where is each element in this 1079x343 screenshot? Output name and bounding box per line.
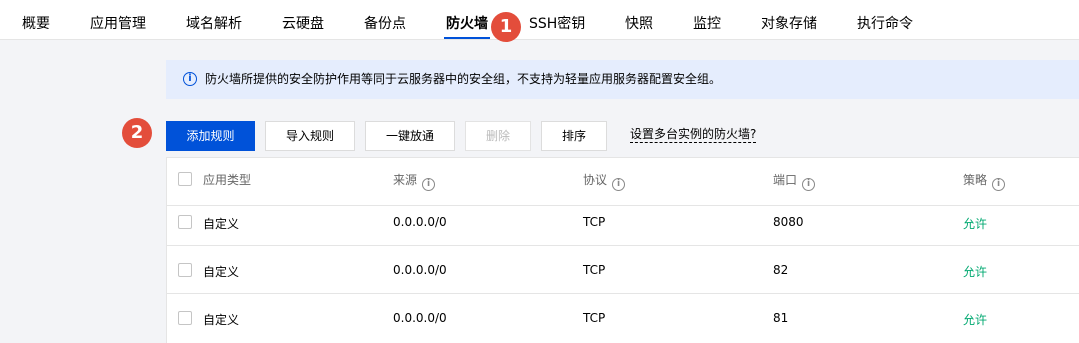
cell-port: 8080: [773, 215, 804, 229]
cell-app-type: 自定义: [203, 265, 240, 279]
tab-run-command[interactable]: 执行命令: [857, 0, 913, 39]
cell-policy: 允许: [963, 217, 988, 231]
step-badge-2: 2: [122, 118, 152, 148]
notice-text: 防火墙所提供的安全防护作用等同于云服务器中的安全组，不支持为轻量应用服务器配置安…: [205, 72, 722, 86]
table-row: 自定义 0.0.0.0/0 TCP 82 允许: [167, 246, 1079, 294]
step-badge-1: 1: [491, 12, 521, 42]
select-all-checkbox[interactable]: [178, 172, 192, 186]
delete-button[interactable]: 删除: [465, 121, 531, 151]
help-icon[interactable]: i: [802, 178, 816, 191]
help-icon[interactable]: i: [992, 178, 1006, 191]
cell-source: 0.0.0.0/0: [393, 215, 447, 229]
tab-overview[interactable]: 概要: [22, 0, 50, 39]
row-checkbox[interactable]: [178, 263, 192, 277]
header-source: 来源 i: [393, 171, 436, 191]
cell-source: 0.0.0.0/0: [393, 263, 447, 277]
row-checkbox[interactable]: [178, 215, 192, 229]
cell-policy: 允许: [963, 313, 988, 327]
rules-table: 应用类型 来源 i 协议 i 端口 i 策略 i 自定义 0.0.0.0/0 TCP 8…: [166, 157, 1079, 343]
tab-dns[interactable]: 域名解析: [186, 0, 242, 39]
cell-protocol: TCP: [583, 311, 606, 325]
header-app-type: 应用类型: [203, 173, 252, 187]
tab-object-storage[interactable]: 对象存储: [761, 0, 817, 39]
tab-cloud-disk[interactable]: 云硬盘: [282, 0, 324, 39]
cell-port: 81: [773, 311, 789, 325]
table-row: 自定义 0.0.0.0/0 TCP 81 允许: [167, 294, 1079, 342]
tab-ssh-keys[interactable]: SSH密钥: [529, 0, 585, 39]
add-rule-button[interactable]: 添加规则: [166, 121, 255, 151]
tab-firewall[interactable]: 防火墙: [444, 0, 490, 39]
cell-protocol: TCP: [583, 263, 606, 277]
header-protocol: 协议 i: [583, 171, 626, 191]
row-checkbox[interactable]: [178, 311, 192, 325]
cell-app-type: 自定义: [203, 217, 240, 231]
help-icon[interactable]: i: [422, 178, 436, 191]
header-port: 端口 i: [773, 171, 816, 191]
tab-bar: 概要 应用管理 域名解析 云硬盘 备份点 防火墙 SSH密钥 快照 监控 对象存…: [0, 0, 1079, 40]
cell-app-type: 自定义: [203, 313, 240, 327]
allow-all-button[interactable]: 一键放通: [365, 121, 455, 151]
notice-banner: i 防火墙所提供的安全防护作用等同于云服务器中的安全组，不支持为轻量应用服务器配…: [166, 60, 1079, 99]
multi-instance-firewall-link[interactable]: 设置多台实例的防火墙?: [630, 126, 757, 143]
tab-monitoring[interactable]: 监控: [693, 0, 721, 39]
cell-source: 0.0.0.0/0: [393, 311, 447, 325]
import-rules-button[interactable]: 导入规则: [265, 121, 355, 151]
table-row: 自定义 0.0.0.0/0 TCP 8080 允许: [167, 198, 1079, 246]
tab-snapshots[interactable]: 快照: [625, 0, 653, 39]
help-icon[interactable]: i: [612, 178, 626, 191]
cell-policy: 允许: [963, 265, 988, 279]
cell-protocol: TCP: [583, 215, 606, 229]
cell-port: 82: [773, 263, 789, 277]
sort-button[interactable]: 排序: [541, 121, 607, 151]
tab-app-management[interactable]: 应用管理: [90, 0, 146, 39]
info-icon: i: [183, 72, 197, 86]
tab-backup[interactable]: 备份点: [364, 0, 406, 39]
header-policy: 策略 i: [963, 171, 1006, 191]
